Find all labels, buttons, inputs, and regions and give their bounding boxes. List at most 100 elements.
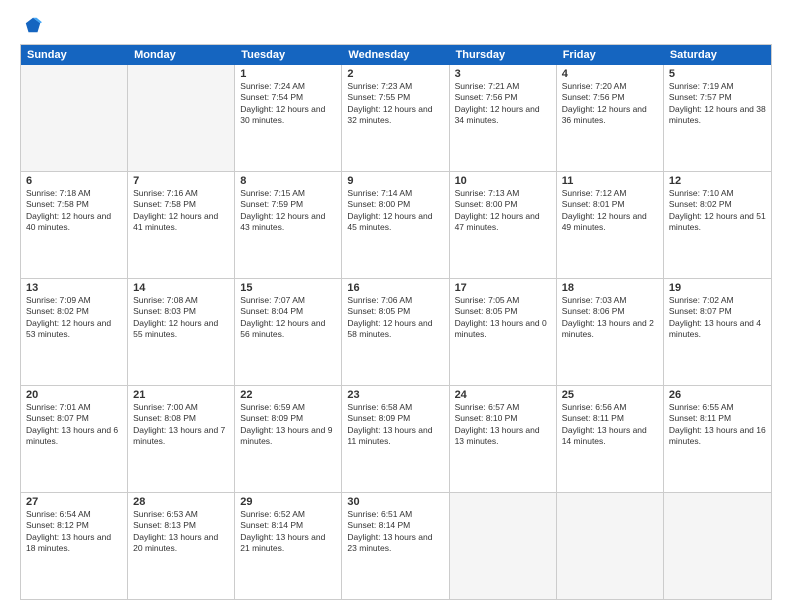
cell-info: Sunrise: 6:51 AM Sunset: 8:14 PM Dayligh… [347, 509, 443, 555]
cell-info: Sunrise: 7:15 AM Sunset: 7:59 PM Dayligh… [240, 188, 336, 234]
calendar-cell-empty [450, 493, 557, 599]
calendar-cell-14: 14Sunrise: 7:08 AM Sunset: 8:03 PM Dayli… [128, 279, 235, 385]
calendar-cell-15: 15Sunrise: 7:07 AM Sunset: 8:04 PM Dayli… [235, 279, 342, 385]
calendar-row-1: 1Sunrise: 7:24 AM Sunset: 7:54 PM Daylig… [21, 65, 771, 171]
cell-info: Sunrise: 7:03 AM Sunset: 8:06 PM Dayligh… [562, 295, 658, 341]
cell-info: Sunrise: 7:20 AM Sunset: 7:56 PM Dayligh… [562, 81, 658, 127]
cell-day-number: 22 [240, 389, 336, 401]
calendar-row-3: 13Sunrise: 7:09 AM Sunset: 8:02 PM Dayli… [21, 278, 771, 385]
calendar-cell-11: 11Sunrise: 7:12 AM Sunset: 8:01 PM Dayli… [557, 172, 664, 278]
calendar-cell-23: 23Sunrise: 6:58 AM Sunset: 8:09 PM Dayli… [342, 386, 449, 492]
cell-day-number: 10 [455, 175, 551, 187]
cell-day-number: 7 [133, 175, 229, 187]
cell-info: Sunrise: 7:09 AM Sunset: 8:02 PM Dayligh… [26, 295, 122, 341]
calendar-cell-25: 25Sunrise: 6:56 AM Sunset: 8:11 PM Dayli… [557, 386, 664, 492]
calendar-cell-26: 26Sunrise: 6:55 AM Sunset: 8:11 PM Dayli… [664, 386, 771, 492]
calendar-cell-24: 24Sunrise: 6:57 AM Sunset: 8:10 PM Dayli… [450, 386, 557, 492]
calendar-cell-18: 18Sunrise: 7:03 AM Sunset: 8:06 PM Dayli… [557, 279, 664, 385]
cell-info: Sunrise: 7:00 AM Sunset: 8:08 PM Dayligh… [133, 402, 229, 448]
calendar-cell-7: 7Sunrise: 7:16 AM Sunset: 7:58 PM Daylig… [128, 172, 235, 278]
calendar-cell-9: 9Sunrise: 7:14 AM Sunset: 8:00 PM Daylig… [342, 172, 449, 278]
cell-info: Sunrise: 7:10 AM Sunset: 8:02 PM Dayligh… [669, 188, 766, 234]
day-header-saturday: Saturday [664, 45, 771, 65]
calendar-cell-17: 17Sunrise: 7:05 AM Sunset: 8:05 PM Dayli… [450, 279, 557, 385]
cell-day-number: 11 [562, 175, 658, 187]
cell-info: Sunrise: 7:24 AM Sunset: 7:54 PM Dayligh… [240, 81, 336, 127]
calendar-cell-21: 21Sunrise: 7:00 AM Sunset: 8:08 PM Dayli… [128, 386, 235, 492]
calendar-cell-12: 12Sunrise: 7:10 AM Sunset: 8:02 PM Dayli… [664, 172, 771, 278]
cell-info: Sunrise: 7:02 AM Sunset: 8:07 PM Dayligh… [669, 295, 766, 341]
day-header-wednesday: Wednesday [342, 45, 449, 65]
cell-day-number: 3 [455, 68, 551, 80]
cell-day-number: 2 [347, 68, 443, 80]
calendar-cell-27: 27Sunrise: 6:54 AM Sunset: 8:12 PM Dayli… [21, 493, 128, 599]
cell-day-number: 5 [669, 68, 766, 80]
calendar-cell-empty [557, 493, 664, 599]
cell-info: Sunrise: 7:21 AM Sunset: 7:56 PM Dayligh… [455, 81, 551, 127]
cell-day-number: 8 [240, 175, 336, 187]
cell-day-number: 29 [240, 496, 336, 508]
cell-info: Sunrise: 7:12 AM Sunset: 8:01 PM Dayligh… [562, 188, 658, 234]
day-header-friday: Friday [557, 45, 664, 65]
cell-info: Sunrise: 7:06 AM Sunset: 8:05 PM Dayligh… [347, 295, 443, 341]
cell-info: Sunrise: 6:54 AM Sunset: 8:12 PM Dayligh… [26, 509, 122, 555]
calendar-cell-2: 2Sunrise: 7:23 AM Sunset: 7:55 PM Daylig… [342, 65, 449, 171]
cell-day-number: 4 [562, 68, 658, 80]
calendar: SundayMondayTuesdayWednesdayThursdayFrid… [20, 44, 772, 600]
cell-info: Sunrise: 7:16 AM Sunset: 7:58 PM Dayligh… [133, 188, 229, 234]
calendar-cell-28: 28Sunrise: 6:53 AM Sunset: 8:13 PM Dayli… [128, 493, 235, 599]
cell-day-number: 1 [240, 68, 336, 80]
cell-day-number: 30 [347, 496, 443, 508]
cell-day-number: 20 [26, 389, 122, 401]
cell-day-number: 17 [455, 282, 551, 294]
calendar-cell-empty [664, 493, 771, 599]
logo-icon [24, 16, 42, 34]
calendar-row-4: 20Sunrise: 7:01 AM Sunset: 8:07 PM Dayli… [21, 385, 771, 492]
day-header-monday: Monday [128, 45, 235, 65]
header [20, 16, 772, 34]
calendar-cell-1: 1Sunrise: 7:24 AM Sunset: 7:54 PM Daylig… [235, 65, 342, 171]
calendar-cell-3: 3Sunrise: 7:21 AM Sunset: 7:56 PM Daylig… [450, 65, 557, 171]
cell-day-number: 23 [347, 389, 443, 401]
calendar-cell-29: 29Sunrise: 6:52 AM Sunset: 8:14 PM Dayli… [235, 493, 342, 599]
cell-info: Sunrise: 7:18 AM Sunset: 7:58 PM Dayligh… [26, 188, 122, 234]
cell-day-number: 12 [669, 175, 766, 187]
calendar-cell-empty [128, 65, 235, 171]
calendar-cell-30: 30Sunrise: 6:51 AM Sunset: 8:14 PM Dayli… [342, 493, 449, 599]
cell-info: Sunrise: 7:23 AM Sunset: 7:55 PM Dayligh… [347, 81, 443, 127]
cell-info: Sunrise: 6:57 AM Sunset: 8:10 PM Dayligh… [455, 402, 551, 448]
cell-info: Sunrise: 7:19 AM Sunset: 7:57 PM Dayligh… [669, 81, 766, 127]
cell-day-number: 28 [133, 496, 229, 508]
calendar-cell-empty [21, 65, 128, 171]
calendar-cell-19: 19Sunrise: 7:02 AM Sunset: 8:07 PM Dayli… [664, 279, 771, 385]
cell-day-number: 6 [26, 175, 122, 187]
cell-info: Sunrise: 6:53 AM Sunset: 8:13 PM Dayligh… [133, 509, 229, 555]
cell-day-number: 24 [455, 389, 551, 401]
cell-day-number: 13 [26, 282, 122, 294]
cell-info: Sunrise: 6:52 AM Sunset: 8:14 PM Dayligh… [240, 509, 336, 555]
cell-day-number: 9 [347, 175, 443, 187]
cell-info: Sunrise: 7:08 AM Sunset: 8:03 PM Dayligh… [133, 295, 229, 341]
cell-info: Sunrise: 6:58 AM Sunset: 8:09 PM Dayligh… [347, 402, 443, 448]
calendar-cell-13: 13Sunrise: 7:09 AM Sunset: 8:02 PM Dayli… [21, 279, 128, 385]
cell-day-number: 14 [133, 282, 229, 294]
cell-info: Sunrise: 7:07 AM Sunset: 8:04 PM Dayligh… [240, 295, 336, 341]
calendar-cell-10: 10Sunrise: 7:13 AM Sunset: 8:00 PM Dayli… [450, 172, 557, 278]
cell-info: Sunrise: 6:56 AM Sunset: 8:11 PM Dayligh… [562, 402, 658, 448]
cell-info: Sunrise: 7:05 AM Sunset: 8:05 PM Dayligh… [455, 295, 551, 341]
cell-info: Sunrise: 7:01 AM Sunset: 8:07 PM Dayligh… [26, 402, 122, 448]
cell-day-number: 18 [562, 282, 658, 294]
day-header-sunday: Sunday [21, 45, 128, 65]
cell-day-number: 19 [669, 282, 766, 294]
calendar-cell-4: 4Sunrise: 7:20 AM Sunset: 7:56 PM Daylig… [557, 65, 664, 171]
cell-day-number: 21 [133, 389, 229, 401]
page: SundayMondayTuesdayWednesdayThursdayFrid… [0, 0, 792, 612]
cell-info: Sunrise: 7:13 AM Sunset: 8:00 PM Dayligh… [455, 188, 551, 234]
day-header-thursday: Thursday [450, 45, 557, 65]
calendar-body: 1Sunrise: 7:24 AM Sunset: 7:54 PM Daylig… [21, 65, 771, 599]
cell-day-number: 27 [26, 496, 122, 508]
calendar-cell-20: 20Sunrise: 7:01 AM Sunset: 8:07 PM Dayli… [21, 386, 128, 492]
cell-day-number: 26 [669, 389, 766, 401]
cell-info: Sunrise: 6:55 AM Sunset: 8:11 PM Dayligh… [669, 402, 766, 448]
calendar-cell-16: 16Sunrise: 7:06 AM Sunset: 8:05 PM Dayli… [342, 279, 449, 385]
